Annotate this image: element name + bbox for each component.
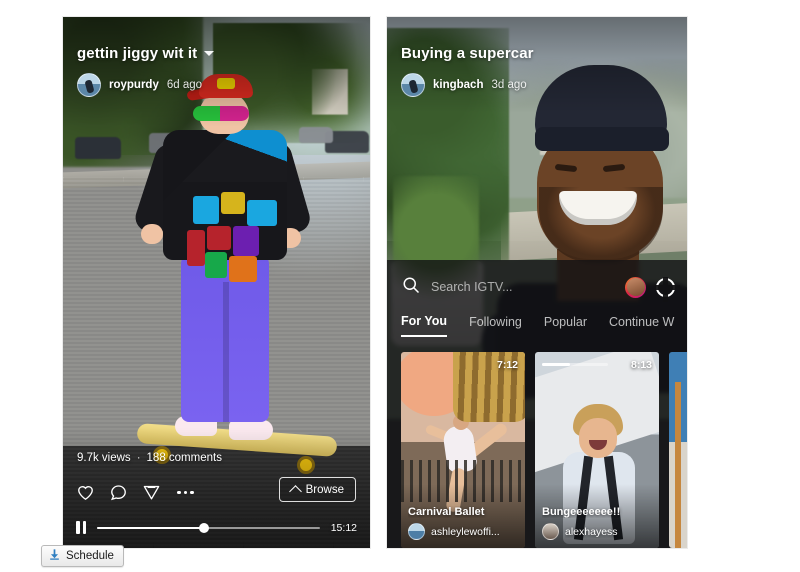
author-row[interactable]: kingbach 3d ago bbox=[401, 73, 527, 97]
author-timestamp: 6d ago bbox=[166, 79, 203, 91]
stat-separator: · bbox=[136, 452, 141, 464]
igtv-video-grid: 7:12 Carnival Ballet ashleylewoffi... 8:13 B… bbox=[401, 352, 687, 548]
avatar[interactable] bbox=[542, 523, 559, 540]
card-author-row[interactable]: alexhayess bbox=[542, 523, 654, 540]
right-video-title: Buying a supercar bbox=[401, 45, 534, 62]
parked-car bbox=[299, 127, 333, 143]
download-arrow-icon bbox=[48, 548, 61, 564]
send-icon[interactable] bbox=[142, 483, 161, 502]
schedule-button[interactable]: Schedule bbox=[41, 545, 124, 567]
search-input[interactable]: Search IGTV... bbox=[431, 280, 513, 294]
video-stats: 9.7k views · 188 comments bbox=[77, 452, 222, 464]
profile-avatar-icon[interactable] bbox=[625, 276, 646, 298]
parked-car bbox=[75, 137, 121, 159]
tab-for-you[interactable]: For You bbox=[401, 314, 448, 337]
card-duration: 7:12 bbox=[496, 359, 518, 371]
top-gradient-scrim bbox=[387, 17, 687, 113]
igtv-video-card[interactable] bbox=[669, 352, 687, 548]
more-options-icon[interactable] bbox=[177, 490, 194, 495]
igtv-video-card[interactable]: 7:12 Carnival Ballet ashleylewoffi... bbox=[401, 352, 525, 548]
igtv-browse-sheet: Search IGTV... For You Following Popular Co… bbox=[387, 260, 687, 548]
card-title: Bungeeeeeee!! bbox=[542, 506, 621, 518]
page-title: gettin jiggy wit it bbox=[77, 45, 198, 62]
author-username[interactable]: roypurdy bbox=[109, 79, 159, 91]
video-thumbnail bbox=[669, 352, 687, 548]
action-bar bbox=[76, 483, 194, 502]
igtv-video-panel-left[interactable]: gettin jiggy wit it roypurdy 6d ago 9.7k… bbox=[63, 17, 370, 548]
heart-icon[interactable] bbox=[76, 483, 95, 502]
igtv-video-card[interactable]: 8:13 Bungeeeeeee!! alexhayess bbox=[535, 352, 659, 548]
video-title-row[interactable]: gettin jiggy wit it bbox=[77, 45, 215, 62]
browse-label: Browse bbox=[305, 483, 344, 496]
avatar[interactable] bbox=[401, 73, 425, 97]
card-author-row[interactable]: ashleylewoffi... bbox=[408, 523, 520, 540]
seek-progress bbox=[97, 526, 204, 529]
igtv-circle-icon[interactable] bbox=[655, 276, 680, 302]
tab-popular[interactable]: Popular bbox=[544, 315, 587, 336]
avatar[interactable] bbox=[408, 523, 425, 540]
tab-continue-w[interactable]: Continue W bbox=[609, 315, 674, 336]
seek-handle[interactable] bbox=[198, 522, 209, 533]
video-duration: 15:12 bbox=[330, 521, 357, 534]
chevron-up-icon bbox=[288, 484, 302, 498]
video-player-controls: 15:12 bbox=[76, 521, 357, 534]
search-icon[interactable] bbox=[401, 275, 421, 300]
chevron-down-icon[interactable] bbox=[204, 51, 215, 56]
author-row[interactable]: roypurdy 6d ago bbox=[77, 73, 202, 97]
card-author-username[interactable]: ashleylewoffi... bbox=[431, 526, 500, 538]
colorblock-jacket bbox=[163, 130, 287, 282]
comment-icon[interactable] bbox=[109, 483, 128, 502]
author-username[interactable]: kingbach bbox=[433, 79, 483, 91]
top-gradient-scrim bbox=[63, 17, 370, 127]
card-duration: 8:13 bbox=[630, 359, 652, 371]
card-title: Carnival Ballet bbox=[408, 506, 485, 518]
avatar[interactable] bbox=[77, 73, 101, 97]
author-timestamp: 3d ago bbox=[491, 79, 527, 91]
tab-following[interactable]: Following bbox=[469, 315, 522, 336]
browse-button[interactable]: Browse bbox=[278, 477, 356, 502]
search-row: Search IGTV... bbox=[401, 274, 680, 302]
beanie-cuff bbox=[535, 127, 669, 151]
schedule-label: Schedule bbox=[66, 550, 114, 562]
screenshot-root: gettin jiggy wit it roypurdy 6d ago 9.7k… bbox=[0, 0, 800, 572]
igtv-browse-panel-right[interactable]: Buying a supercar kingbach 3d ago Search… bbox=[387, 17, 687, 548]
page-title: Buying a supercar bbox=[401, 45, 534, 62]
card-progress-bar bbox=[542, 363, 608, 366]
seek-bar[interactable] bbox=[97, 522, 320, 533]
igtv-tab-bar: For You Following Popular Continue W bbox=[401, 310, 687, 340]
comment-count[interactable]: 188 comments bbox=[147, 452, 222, 464]
view-count: 9.7k views bbox=[77, 452, 131, 464]
card-author-username[interactable]: alexhayess bbox=[565, 526, 618, 538]
hand-left bbox=[141, 224, 163, 244]
pause-button[interactable] bbox=[76, 521, 86, 534]
